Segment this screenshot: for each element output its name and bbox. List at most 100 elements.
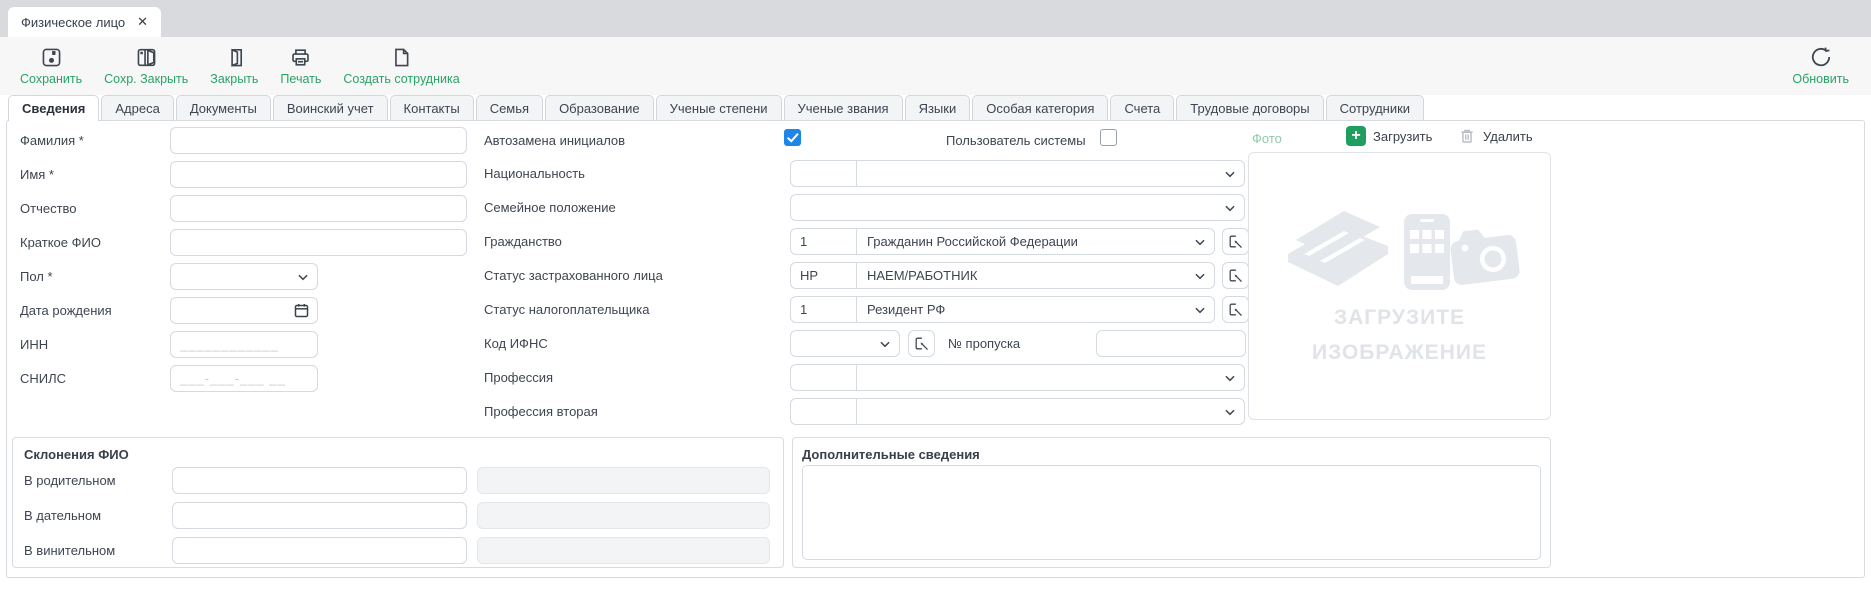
gender-select[interactable] [170,263,318,290]
tab-yazyki[interactable]: Языки [905,95,971,120]
ifns-code-lookup-button[interactable] [908,330,935,357]
citizenship-code: 1 [791,229,857,254]
genitive-label: В родительном [24,473,116,488]
profession2-combo[interactable] [790,398,1245,425]
snils-label: СНИЛС [20,371,66,386]
system-user-checkbox[interactable] [1100,129,1117,146]
pass-number-input[interactable] [1096,330,1246,357]
taxpayer-status-combo[interactable]: 1 Резидент РФ [790,296,1215,323]
ifns-code-select[interactable] [790,330,900,357]
chevron-down-icon [1223,405,1237,419]
chevron-down-icon [1223,201,1237,215]
dative-input[interactable] [172,502,467,529]
tab-uchenye-zvaniya[interactable]: Ученые звания [784,95,903,120]
save-close-button[interactable]: Сохр. Закрыть [100,42,192,88]
snils-input[interactable] [170,365,318,392]
refresh-label: Обновить [1792,72,1849,86]
lastname-label: Фамилия * [20,133,84,148]
tab-scheta[interactable]: Счета [1110,95,1174,120]
photo-upload-label: Загрузить [1373,129,1432,144]
photo-upload-button[interactable]: + Загрузить [1346,126,1432,146]
pass-number-label: № пропуска [948,336,1020,351]
tab-obrazovanie[interactable]: Образование [545,95,654,120]
tab-adresa[interactable]: Адреса [101,95,173,120]
dative-label: В дательном [24,508,101,523]
citizenship-label: Гражданство [484,234,562,249]
tab-svedeniya[interactable]: Сведения [8,95,99,121]
photo-section-label: Фото [1252,131,1282,146]
inn-input[interactable] [170,331,318,358]
auto-initials-checkbox[interactable] [784,129,801,146]
profession-combo[interactable] [790,364,1245,391]
insured-status-lookup-button[interactable] [1222,262,1249,289]
window-tab-fizicheskoe-lico[interactable]: Физическое лицо ✕ [8,7,161,37]
record-tabstrip: Сведения Адреса Документы Воинский учет … [8,95,1426,121]
create-employee-label: Создать сотрудника [343,72,459,86]
tab-voinskiy-uchet[interactable]: Воинский учет [273,95,388,120]
tab-dokumenty[interactable]: Документы [176,95,271,120]
middlename-label: Отчество [20,201,77,216]
profession-label: Профессия [484,370,553,385]
firstname-label: Имя * [20,167,54,182]
accusative-label: В винительном [24,543,115,558]
close-tab-icon[interactable]: ✕ [137,14,148,30]
declension-title: Склонения ФИО [24,447,129,462]
print-button[interactable]: Печать [276,42,325,88]
profession2-code [791,399,857,424]
short-fio-input[interactable] [170,229,467,256]
plus-icon: + [1346,126,1366,146]
citizenship-combo[interactable]: 1 Гражданин Российской Федерации [790,228,1215,255]
chevron-down-icon [1193,235,1207,249]
tab-trudovye-dogovory[interactable]: Трудовые договоры [1176,95,1323,120]
calendar-icon[interactable] [293,302,310,319]
middlename-input[interactable] [170,195,467,222]
nationality-combo[interactable] [790,160,1245,187]
close-button[interactable]: Закрыть [206,42,262,88]
refresh-button[interactable]: Обновить [1788,42,1853,88]
photo-placeholder-line1: ЗАГРУЗИТЕ [1248,306,1551,330]
create-employee-button[interactable]: Создать сотрудника [339,42,463,88]
auto-initials-label: Автозамена инициалов [484,133,625,148]
nationality-code [791,161,857,186]
save-close-label: Сохр. Закрыть [104,72,188,86]
citizenship-lookup-button[interactable] [1222,228,1249,255]
marital-status-select[interactable] [790,194,1245,221]
taxpayer-status-label: Статус налогоплательщика [484,302,649,317]
tab-osobaya-kategoriya[interactable]: Особая категория [972,95,1108,120]
ifns-code-label: Код ИФНС [484,336,548,351]
save-icon [40,44,63,70]
photo-delete-label: Удалить [1483,129,1533,144]
refresh-icon [1809,44,1833,70]
additional-info-title: Дополнительные сведения [802,447,980,462]
citizenship-value: Гражданин Российской Федерации [857,234,1193,249]
save-button[interactable]: Сохранить [16,42,86,88]
taxpayer-status-lookup-button[interactable] [1222,296,1249,323]
birthdate-input[interactable] [170,297,318,324]
save-label: Сохранить [20,72,82,86]
toolbar-right-group: Обновить [1788,42,1853,88]
firstname-input[interactable] [170,161,467,188]
chevron-down-icon [296,270,310,284]
lastname-input[interactable] [170,127,467,154]
genitive-auto-input [477,467,770,494]
insured-status-value: НАЕМ/РАБОТНИК [857,268,1193,283]
chevron-down-icon [1193,269,1207,283]
insured-status-combo[interactable]: НР НАЕМ/РАБОТНИК [790,262,1215,289]
chevron-down-icon [878,337,892,351]
chevron-down-icon [1193,303,1207,317]
window-tab-title: Физическое лицо [21,15,125,30]
tab-semya[interactable]: Семья [476,95,543,120]
accusative-input[interactable] [172,537,467,564]
genitive-input[interactable] [172,467,467,494]
birthdate-label: Дата рождения [20,303,112,318]
photo-delete-button[interactable]: Удалить [1458,126,1533,146]
print-icon [289,44,312,70]
additional-info-textarea[interactable] [802,465,1541,560]
tab-sotrudniki[interactable]: Сотрудники [1326,95,1424,120]
gender-label: Пол * [20,269,53,284]
tab-kontakty[interactable]: Контакты [390,95,474,120]
tab-uchenye-stepeni[interactable]: Ученые степени [656,95,782,120]
door-close-icon [223,44,246,70]
app-window: Физическое лицо ✕ Сохранить [0,0,1871,610]
system-user-label: Пользователь системы [946,133,1086,148]
